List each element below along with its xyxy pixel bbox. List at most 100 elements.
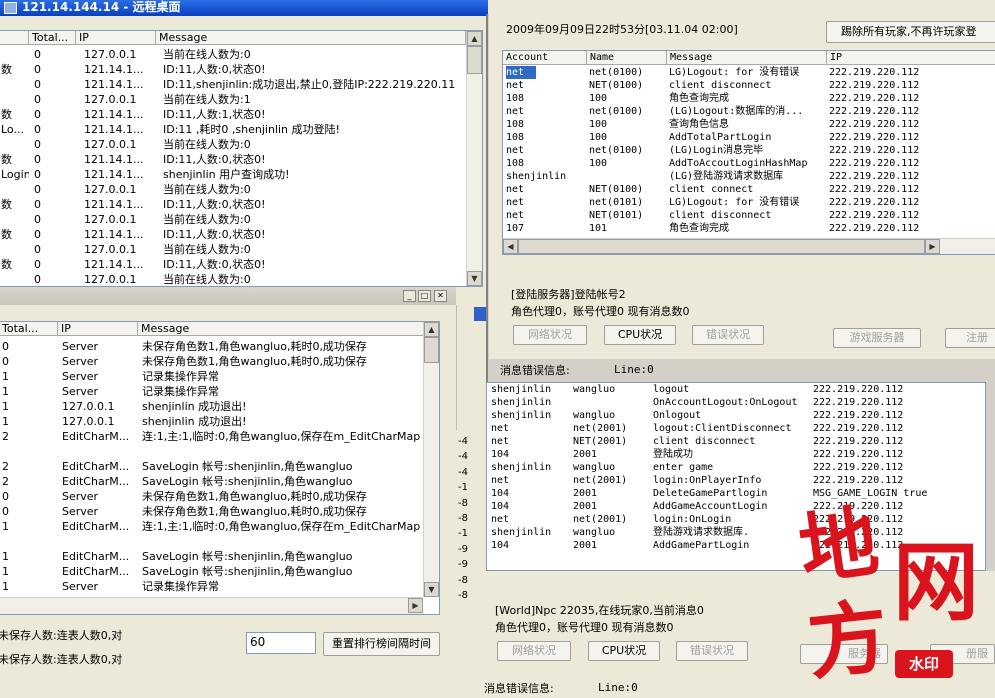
table-row[interactable]: 104 2001 DeleteGamePartlogin MSG_GAME_LOGIN… <box>487 487 985 500</box>
column-header-name[interactable]: Name <box>587 51 667 65</box>
table-row[interactable]: 104 2001 登陆成功 222.219.220.112 <box>487 448 985 461</box>
vertical-scrollbar[interactable]: ▲ ▼ <box>423 322 439 597</box>
column-header-ip[interactable]: IP <box>827 51 995 65</box>
table-row[interactable] <box>0 444 439 459</box>
table-row[interactable]: net net(2001) login:OnPlayerInfo 222.219.22… <box>487 474 985 487</box>
table-row[interactable]: 数 0 121.14.1... ID:11,人数:0,状态0! <box>0 197 482 212</box>
scroll-thumb[interactable] <box>424 337 439 363</box>
table-row[interactable]: 108 100 AddToAccoutLoginHashMap 222.219.220… <box>503 157 995 170</box>
bottom-left-log-list[interactable]: Total... IP Message 0 Server 未保存角色数1,角色wan… <box>0 321 440 615</box>
column-header-ip[interactable]: IP <box>76 31 156 45</box>
table-row[interactable]: 0 Server 未保存角色数1,角色wangluo,耗时0,成功保存 <box>0 504 439 519</box>
table-row[interactable]: shenjinlin OnAccountLogout:OnLogout 222.21… <box>487 396 985 409</box>
scroll-right-button[interactable]: ▶ <box>925 239 940 254</box>
table-row[interactable]: 0 Server 未保存角色数1,角色wangluo,耗时0,成功保存 <box>0 354 439 369</box>
reset-interval-button[interactable]: 重置排行榜间隔时间 <box>323 632 440 656</box>
minimize-button[interactable]: _ <box>403 290 416 302</box>
scroll-up-button[interactable]: ▲ <box>467 31 482 46</box>
scroll-left-button[interactable]: ▶ <box>408 598 423 613</box>
scroll-down-button[interactable]: ▼ <box>467 271 482 286</box>
table-row[interactable]: 0 127.0.0.1 当前在线人数为:1 <box>0 92 482 107</box>
vertical-scrollbar[interactable]: ▲ ▼ <box>466 31 482 286</box>
horizontal-scrollbar[interactable]: ▶ <box>0 597 423 614</box>
table-row[interactable]: 2 EditCharM... 连:1,主:1,临时:0,角色wangluo,保存在m… <box>0 429 439 444</box>
table-row[interactable]: net net(0100) (LG)Login消息完毕 222.219.220.112 <box>503 144 995 157</box>
table-row[interactable]: 0 Server 未保存角色数1,角色wangluo,耗时0,成功保存 <box>0 489 439 504</box>
column-header-ip[interactable]: IP <box>58 322 138 336</box>
table-row[interactable]: net NET(0100) client disconnect 222.219.220… <box>503 79 995 92</box>
table-row[interactable]: net NET(2001) client disconnect 222.219.220… <box>487 435 985 448</box>
table-row[interactable]: net NET(0101) client disconnect 222.219.220… <box>503 209 995 222</box>
table-row[interactable]: 108 100 查询角色信息 222.219.220.112 <box>503 118 995 131</box>
game-server-button[interactable]: 游戏服务器 <box>833 328 921 348</box>
scroll-down-button[interactable]: ▼ <box>424 582 439 597</box>
column-header-total[interactable]: Total... <box>29 31 76 45</box>
register-button[interactable]: 注册 <box>945 328 995 348</box>
maximize-button[interactable]: □ <box>418 290 431 302</box>
table-row[interactable]: shenjinlin wangluo Onlogout 222.219.220.112 <box>487 409 985 422</box>
table-row[interactable]: 0 127.0.0.1 当前在线人数为:0 <box>0 182 482 197</box>
table-row[interactable]: 1 EditCharM... 连:1,主:1,临时:0,角色wangluo,保存在m… <box>0 519 439 534</box>
table-row[interactable]: 0 127.0.0.1 当前在线人数为:0 <box>0 242 482 257</box>
top-left-log-list[interactable]: Total... IP Message 0 127.0.0.1 当前在线人数为:0 数… <box>0 30 483 287</box>
scroll-thumb[interactable] <box>518 239 925 254</box>
table-row[interactable]: net net(0100) LG)Logout: for 没有错误 222.219.2… <box>503 66 995 79</box>
interval-input[interactable]: 60 <box>246 632 316 654</box>
table-row[interactable]: 107 101 角色查询完成 222.219.220.112 <box>503 222 995 235</box>
column-header-type[interactable] <box>0 31 29 45</box>
table-row[interactable]: 2 EditCharM... SaveLogin 帐号:shenjinlin,角色w… <box>0 474 439 489</box>
network-status-button[interactable]: 网络状况 <box>513 325 587 345</box>
column-header-message[interactable]: Message <box>156 31 466 45</box>
table-row[interactable]: 1 127.0.0.1 shenjinlin 成功退出! <box>0 399 439 414</box>
table-row[interactable]: net NET(0100) client connect 222.219.220.11… <box>503 183 995 196</box>
table-row[interactable]: 1 EditCharM... SaveLogin 帐号:shenjinlin,角色w… <box>0 549 439 564</box>
login-server-log-list[interactable]: Account Name Message IP net net(0100) LG)L… <box>502 50 995 255</box>
table-row[interactable]: 0 127.0.0.1 当前在线人数为:0 <box>0 272 482 286</box>
close-button[interactable]: ✕ <box>434 290 447 302</box>
horizontal-scrollbar[interactable]: ◀ ▶ <box>503 238 995 254</box>
table-row[interactable]: shenjinlin wangluo logout 222.219.220.112 <box>487 383 985 396</box>
cell-type: 数 <box>1 228 12 241</box>
table-row[interactable]: 104 2001 AddGameAccountLogin 222.219.220.11… <box>487 500 985 513</box>
scroll-thumb[interactable] <box>467 46 482 74</box>
cpu-status-button[interactable]: CPU状况 <box>588 641 660 661</box>
table-row[interactable]: net net(0101) LG)Logout: for 没有错误 222.219.2… <box>503 196 995 209</box>
table-row[interactable]: 数 0 121.14.1... ID:11,人数:1,状态0! <box>0 107 482 122</box>
table-row[interactable]: net net(0100) (LG)Logout:数据库的消... 222.219.2… <box>503 105 995 118</box>
column-header-total[interactable]: Total... <box>0 322 58 336</box>
table-row[interactable]: 1 EditCharM... SaveLogin 帐号:shenjinlin,角色w… <box>0 564 439 579</box>
scroll-up-button[interactable]: ▲ <box>424 322 439 337</box>
table-row[interactable]: 0 Server 未保存角色数1,角色wangluo,耗时0,成功保存 <box>0 339 439 354</box>
table-row[interactable]: 数 0 121.14.1... ID:11,人数:0,状态0! <box>0 257 482 272</box>
table-row[interactable]: 108 100 AddTotalPartLogin 222.219.220.112 <box>503 131 995 144</box>
column-header-message[interactable]: Message <box>667 51 827 65</box>
table-row[interactable]: 1 Server 记录集操作异常 <box>0 579 439 594</box>
scroll-left-button[interactable]: ◀ <box>503 239 518 254</box>
table-row[interactable]: 0 127.0.0.1 当前在线人数为:0 <box>0 47 482 62</box>
table-row[interactable]: 0 121.14.1... ID:11,shenjinlin:成功退出,禁止0,登陆… <box>0 77 482 92</box>
table-row[interactable]: shenjinlin wangluo enter game 222.219.220.1… <box>487 461 985 474</box>
table-row[interactable]: 1 Server 记录集操作异常 <box>0 384 439 399</box>
column-header-account[interactable]: Account <box>503 51 587 65</box>
table-row[interactable]: net net(2001) login:OnLogin 222.219.220.112 <box>487 513 985 526</box>
table-row[interactable]: 108 100 角色查询完成 222.219.220.112 <box>503 92 995 105</box>
table-row[interactable]: Login 0 121.14.1... shenjinlin 用户查询成功! <box>0 167 482 182</box>
table-row[interactable]: 2 EditCharM... SaveLogin 帐号:shenjinlin,角色w… <box>0 459 439 474</box>
table-row[interactable]: Lo... 0 121.14.1... ID:11 ,耗时0 ,shenjinlin … <box>0 122 482 137</box>
table-row[interactable] <box>0 534 439 549</box>
table-row[interactable]: 数 0 121.14.1... ID:11,人数:0,状态0! <box>0 62 482 77</box>
table-row[interactable]: shenjinlin (LG)登陆游戏请求数据库 222.219.220.112 <box>503 170 995 183</box>
table-row[interactable]: 0 127.0.0.1 当前在线人数为:0 <box>0 137 482 152</box>
network-status-button[interactable]: 网络状况 <box>497 641 571 661</box>
error-status-button[interactable]: 错误状况 <box>676 641 748 661</box>
column-header-message[interactable]: Message <box>138 322 424 336</box>
cpu-status-button[interactable]: CPU状况 <box>604 325 676 345</box>
table-row[interactable]: 0 127.0.0.1 当前在线人数为:0 <box>0 212 482 227</box>
table-row[interactable]: 1 Server 记录集操作异常 <box>0 369 439 384</box>
kick-all-players-button[interactable]: 踢除所有玩家,不再许玩家登 <box>826 21 995 43</box>
table-row[interactable]: net net(2001) logout:ClientDisconnect 222.2… <box>487 422 985 435</box>
error-status-button[interactable]: 错误状况 <box>692 325 764 345</box>
table-row[interactable]: 数 0 121.14.1... ID:11,人数:0,状态0! <box>0 227 482 242</box>
table-row[interactable]: 数 0 121.14.1... ID:11,人数:0,状态0! <box>0 152 482 167</box>
table-row[interactable]: 1 127.0.0.1 shenjinlin 成功退出! <box>0 414 439 429</box>
